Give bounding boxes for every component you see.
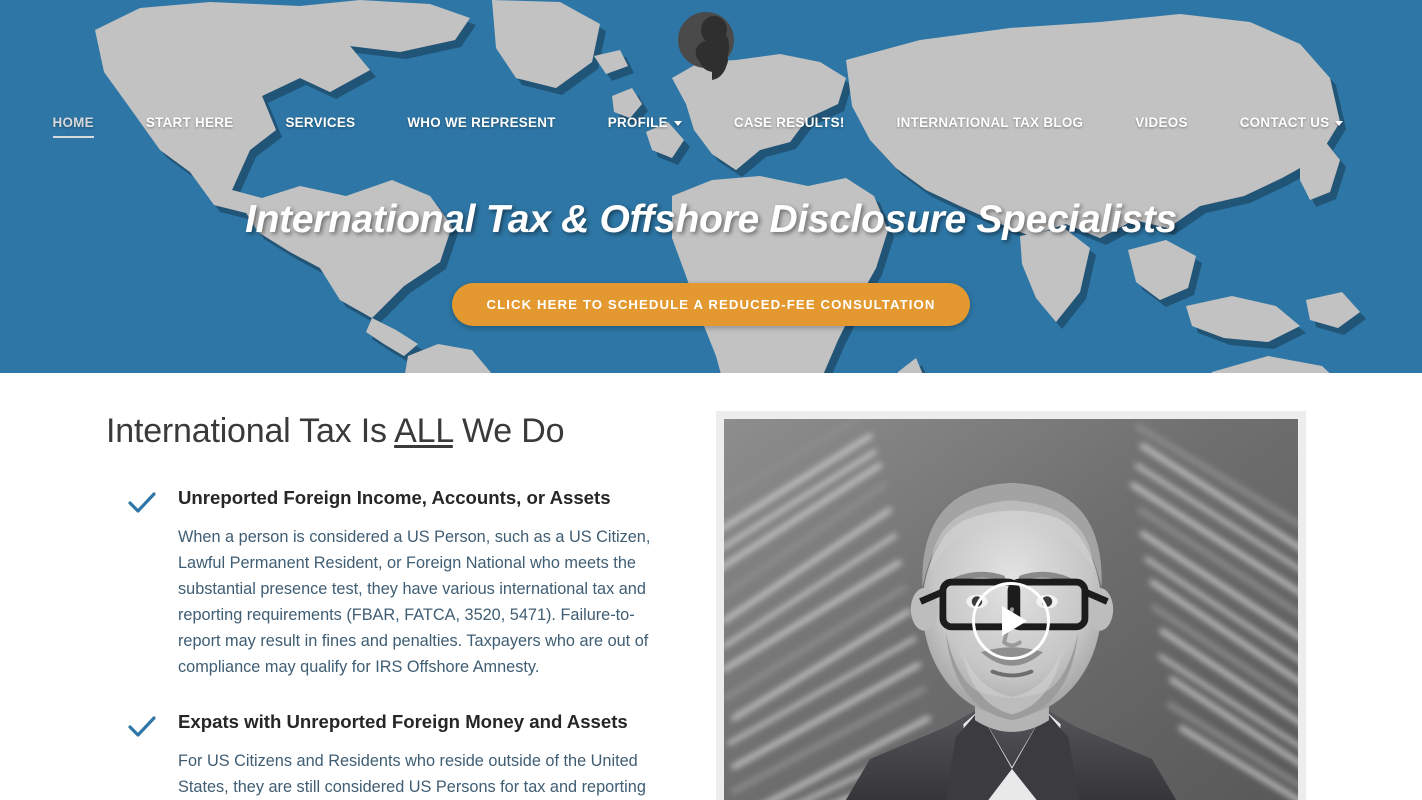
site-logo-icon[interactable] — [676, 8, 748, 88]
play-button-icon[interactable] — [972, 582, 1050, 660]
feature-item: Expats with Unreported Foreign Money and… — [106, 710, 721, 800]
nav-label: WHO WE REPRESENT — [407, 115, 556, 130]
title-emphasis: ALL — [394, 412, 453, 450]
content-container: International Tax Is ALL We Do Unreporte… — [106, 411, 1316, 800]
page-title: International Tax Is ALL We Do — [106, 411, 721, 452]
nav-label: START HERE — [145, 115, 234, 130]
active-underline — [52, 136, 94, 138]
nav-label: CASE RESULTS! — [733, 115, 845, 130]
check-icon-wrapper — [106, 486, 178, 519]
chevron-down-icon — [1335, 121, 1344, 126]
schedule-consultation-button[interactable]: CLICK HERE TO SCHEDULE A REDUCED-FEE CON… — [452, 283, 970, 326]
nav-item-who-we-represent[interactable]: WHO WE REPRESENT — [407, 113, 555, 133]
nav-item-contact-us[interactable]: CONTACT US — [1240, 113, 1344, 133]
title-part-before: International Tax Is — [106, 412, 395, 450]
feature-body: Expats with Unreported Foreign Money and… — [178, 710, 721, 800]
main-content: International Tax Is ALL We Do Unreporte… — [0, 373, 1422, 800]
hero-banner: HOME START HERE SERVICES WHO WE REPRESEN… — [0, 0, 1422, 373]
nav-item-profile[interactable]: PROFILE — [608, 113, 682, 133]
feature-title: Expats with Unreported Foreign Money and… — [178, 710, 628, 732]
nav-label: SERVICES — [285, 115, 356, 130]
title-part-after: We Do — [452, 412, 565, 450]
check-icon — [128, 492, 156, 513]
nav-item-case-results[interactable]: CASE RESULTS! — [734, 113, 845, 133]
nav-item-start-here[interactable]: START HERE — [146, 113, 234, 133]
feature-body: Unreported Foreign Income, Accounts, or … — [178, 486, 721, 680]
feature-description: When a person is considered a US Person,… — [178, 527, 651, 676]
chevron-down-icon — [673, 121, 682, 126]
feature-description: For US Citizens and Residents who reside… — [178, 752, 646, 797]
nav-label: INTERNATIONAL TAX BLOG — [896, 115, 1084, 130]
nav-item-videos[interactable]: VIDEOS — [1135, 113, 1187, 133]
hero-headline: International Tax & Offshore Disclosure … — [245, 198, 1177, 241]
nav-item-international-tax-blog[interactable]: INTERNATIONAL TAX BLOG — [897, 113, 1084, 133]
feature-item: Unreported Foreign Income, Accounts, or … — [106, 486, 721, 680]
main-navigation[interactable]: HOME START HERE SERVICES WHO WE REPRESEN… — [0, 113, 1422, 138]
video-player[interactable] — [716, 411, 1306, 800]
left-column: International Tax Is ALL We Do Unreporte… — [106, 411, 721, 800]
check-icon — [128, 716, 156, 737]
nav-label: VIDEOS — [1135, 115, 1188, 130]
check-icon-wrapper — [106, 710, 178, 743]
right-column — [716, 411, 1311, 800]
hero-cta-container: CLICK HERE TO SCHEDULE A REDUCED-FEE CON… — [0, 283, 1422, 326]
nav-label: CONTACT US — [1239, 115, 1330, 130]
nav-item-home[interactable]: HOME — [52, 113, 94, 138]
feature-title: Unreported Foreign Income, Accounts, or … — [178, 486, 611, 508]
nav-item-services[interactable]: SERVICES — [285, 113, 355, 133]
nav-label: HOME — [52, 115, 94, 130]
nav-label: PROFILE — [607, 115, 668, 130]
